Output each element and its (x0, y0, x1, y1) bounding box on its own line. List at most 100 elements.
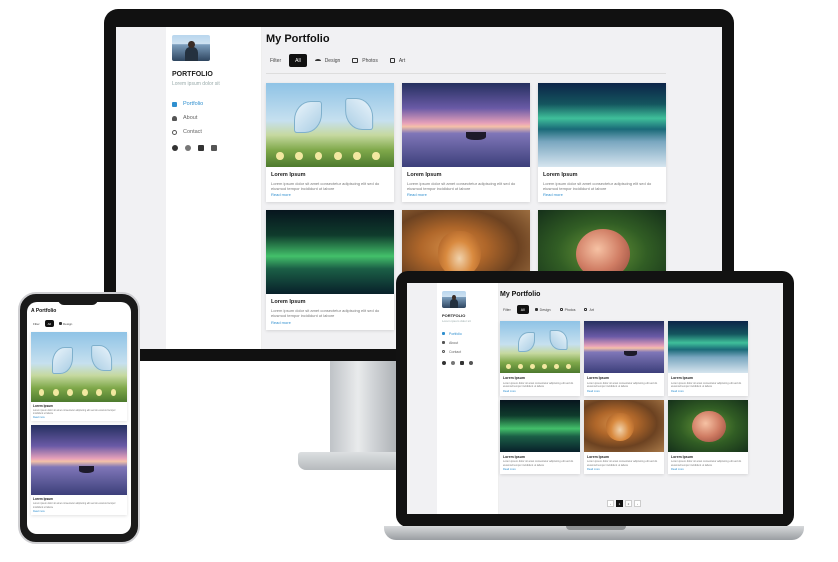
social-links (172, 145, 217, 151)
card-image[interactable] (266, 83, 394, 167)
profile-sidebar: PORTFOLIO Lorem ipsum dolor sit Portfoli… (437, 283, 499, 514)
card-image[interactable] (31, 332, 127, 402)
filter-label: Filter (33, 321, 40, 326)
portfolio-card[interactable]: Lorem IpsumLorem ipsum dolor sit amet co… (500, 321, 580, 396)
portfolio-card[interactable]: Lorem IpsumLorem ipsum dolor sit amet co… (584, 399, 664, 475)
filter-art[interactable]: Art (386, 54, 409, 67)
instagram-icon[interactable] (451, 361, 455, 365)
card-description: Lorem ipsum dolor sit amet consectetur a… (587, 381, 658, 389)
card-image[interactable] (668, 321, 748, 373)
filter-art[interactable]: Art (581, 305, 596, 314)
profile-name: PORTFOLIO (442, 313, 466, 318)
portfolio-card[interactable]: Lorem IpsumLorem ipsum dolor sit amet co… (266, 210, 394, 330)
wifi-icon (534, 308, 538, 311)
card-description: Lorem ipsum dolor sit amet consectetur a… (671, 460, 742, 467)
github-icon[interactable] (442, 361, 446, 365)
portfolio-card[interactable]: Lorem IpsumLorem ipsum dolor sit amet co… (31, 425, 127, 515)
filter-all[interactable]: All (516, 305, 529, 314)
portfolio-card[interactable]: Lorem IpsumLorem ipsum dolor sit amet co… (538, 83, 666, 203)
linkedin-icon[interactable] (469, 361, 473, 365)
sidebar-item-contact[interactable]: Contact (172, 125, 203, 139)
avatar (442, 291, 466, 308)
portfolio-card[interactable]: Lorem Ipsum Lorem ipsum dolor sit amet co… (402, 83, 530, 203)
read-more-link[interactable]: Read more (671, 468, 745, 471)
monitor-stand-neck (330, 361, 400, 459)
sidebar-item-portfolio[interactable]: Portfolio (172, 97, 203, 111)
card-image[interactable] (500, 399, 580, 452)
filter-design[interactable]: Design (311, 54, 345, 67)
read-more-link[interactable]: Read more (671, 390, 745, 393)
filter-bar: Filter All Design Photos Art (266, 54, 409, 67)
read-more-link[interactable]: Read more (33, 416, 125, 419)
portfolio-card[interactable]: Lorem IpsumLorem ipsum dolor sit amet co… (668, 399, 748, 475)
sidebar-item-about[interactable]: About (172, 111, 203, 125)
page-button[interactable]: ‹ (607, 500, 614, 507)
card-image[interactable] (538, 83, 666, 167)
card-description: Lorem ipsum dolor sit amet consectetur a… (271, 180, 380, 191)
portfolio-card[interactable]: Lorem IpsumLorem ipsum dolor sit amet co… (584, 321, 664, 396)
card-description: Lorem ipsum dolor sit amet consectetur a… (503, 381, 574, 389)
card-title: Lorem Ipsum (407, 172, 442, 178)
read-more-link[interactable]: Read more (587, 468, 661, 471)
portfolio-card[interactable]: Lorem IpsumLorem ipsum dolor sit amet co… (266, 83, 394, 203)
page-button[interactable]: › (634, 500, 641, 507)
card-image[interactable] (402, 83, 530, 167)
sidebar-item-contact[interactable]: Contact (442, 347, 462, 356)
card-image[interactable] (668, 399, 748, 452)
portfolio-card[interactable]: Lorem IpsumLorem ipsum dolor sit amet co… (31, 332, 127, 422)
read-more-link[interactable]: Read more (271, 192, 389, 197)
filter-photos[interactable]: Photos (348, 54, 382, 67)
social-links (442, 361, 473, 365)
card-title: Lorem Ipsum (587, 454, 609, 459)
instagram-icon[interactable] (185, 145, 191, 151)
box-icon (389, 58, 395, 63)
portfolio-card[interactable]: Lorem IpsumLorem ipsum dolor sit amet co… (500, 399, 580, 475)
card-image[interactable] (584, 321, 664, 373)
box-icon (584, 308, 588, 311)
card-title: Lorem Ipsum (587, 376, 609, 380)
device-mockup-scene: PORTFOLIO Lorem ipsum dolor sit Portfoli… (0, 0, 838, 562)
wifi-icon (314, 58, 321, 63)
read-more-link[interactable]: Read more (503, 390, 577, 393)
twitter-icon[interactable] (198, 145, 204, 151)
read-more-link[interactable]: Read more (587, 390, 661, 393)
github-icon[interactable] (172, 145, 178, 151)
filter-all[interactable]: All (289, 54, 307, 67)
card-title: Lorem Ipsum (33, 404, 54, 408)
page-title: A Portfolio (31, 308, 57, 314)
read-more-link[interactable]: Read more (543, 192, 661, 197)
card-description: Lorem ipsum dolor sit amet consectetur a… (33, 409, 116, 416)
card-description: Lorem ipsum dolor sit amet consectetur a… (407, 180, 516, 191)
read-more-link[interactable]: Read more (407, 192, 525, 197)
page-button[interactable]: 1 (616, 500, 623, 507)
card-image[interactable] (500, 321, 580, 373)
read-more-link[interactable]: Read more (503, 468, 577, 471)
portfolio-card[interactable]: Lorem IpsumLorem ipsum dolor sit amet co… (668, 321, 748, 396)
sidebar-item-portfolio[interactable]: Portfolio (442, 329, 462, 338)
twitter-icon[interactable] (460, 361, 464, 365)
filter-bar: Filter All Design (31, 320, 74, 327)
filter-design[interactable]: Design (57, 320, 74, 327)
card-title: Lorem Ipsum (503, 454, 525, 459)
globe-icon (442, 350, 445, 353)
page-button[interactable]: 2 (625, 500, 632, 507)
card-description: Lorem ipsum dolor sit amet consectetur a… (271, 307, 380, 319)
card-image[interactable] (266, 210, 394, 295)
card-description: Lorem ipsum dolor sit amet consectetur a… (671, 381, 742, 389)
read-more-link[interactable]: Read more (33, 510, 125, 513)
filter-photos[interactable]: Photos (557, 305, 579, 314)
card-title: Lorem Ipsum (543, 172, 578, 178)
sidebar-nav: Portfolio About Contact (172, 97, 203, 139)
sidebar-item-about[interactable]: About (442, 338, 462, 347)
card-image[interactable] (584, 399, 664, 452)
linkedin-icon[interactable] (211, 145, 217, 151)
filter-design[interactable]: Design (532, 305, 554, 314)
page-title: My Portfolio (266, 33, 330, 45)
divider (266, 73, 666, 74)
phone-screen: A Portfolio Filter All Design Lorem Ipsu… (27, 302, 131, 534)
laptop-screen: PORTFOLIO Lorem ipsum dolor sit Portfoli… (407, 283, 783, 514)
card-image[interactable] (31, 425, 127, 496)
card-description: Lorem ipsum dolor sit amet consectetur a… (503, 460, 574, 467)
filter-all[interactable]: All (44, 320, 55, 327)
read-more-link[interactable]: Read more (271, 320, 389, 325)
